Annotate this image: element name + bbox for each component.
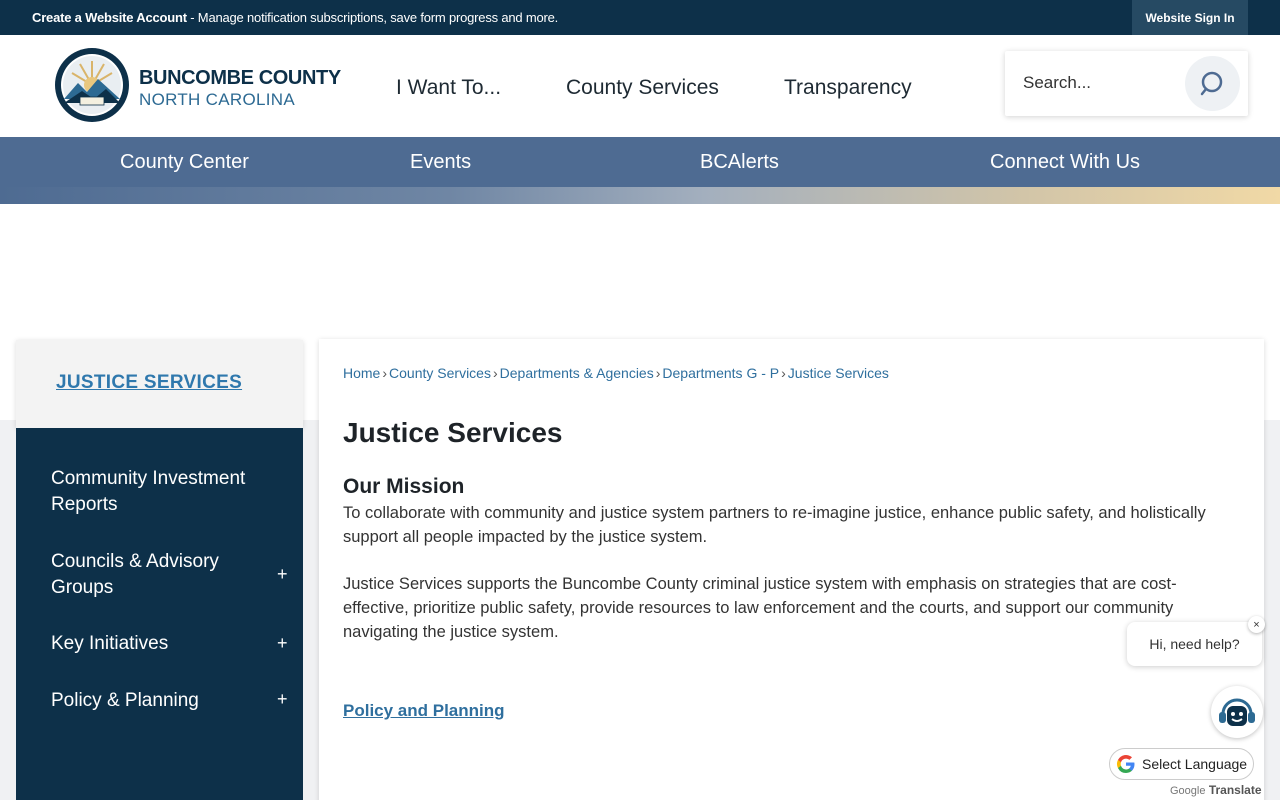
search-icon <box>1200 71 1222 95</box>
main-content: Home › County Services › Departments & Agenc… <box>319 339 1264 800</box>
chatbot-headset-icon <box>1219 698 1255 726</box>
county-seal-logo[interactable] <box>54 47 130 123</box>
brand-name: BUNCOMBE COUNTY <box>139 67 341 89</box>
body-text: Justice Services supports the Buncombe C… <box>343 575 1177 641</box>
breadcrumb-departments-agencies[interactable]: Departments & Agencies <box>500 365 654 381</box>
create-account-link[interactable]: Create a Website Account <box>32 10 187 25</box>
subnav-bcalerts[interactable]: BCAlerts <box>700 151 779 174</box>
search-input[interactable] <box>1023 71 1173 95</box>
subnav-events[interactable]: Events <box>410 151 471 174</box>
nav-transparency[interactable]: Transparency <box>784 76 912 100</box>
expand-icon[interactable]: + <box>277 689 288 710</box>
brand-state: NORTH CAROLINA <box>139 90 295 109</box>
mission-heading: Our Mission <box>343 475 465 498</box>
google-g-icon <box>1117 755 1135 773</box>
mission-text: To collaborate with community and justic… <box>343 504 1206 546</box>
policy-and-planning-link[interactable]: Policy and Planning <box>343 701 505 721</box>
sidebar-heading: JUSTICE SERVICES <box>16 340 303 428</box>
sidebar-heading-link[interactable]: JUSTICE SERVICES <box>56 372 242 394</box>
breadcrumb-separator: › <box>492 365 498 381</box>
language-select[interactable]: Select Language <box>1109 748 1254 780</box>
breadcrumb-justice-services[interactable]: Justice Services <box>788 365 889 381</box>
chat-greeting-bubble[interactable]: Hi, need help? <box>1127 622 1262 666</box>
breadcrumb-departments-g-p[interactable]: Departments G - P <box>662 365 779 381</box>
sidebar-item-policy-planning[interactable]: Policy & Planning <box>51 688 251 714</box>
sidebar-item-councils-advisory-groups[interactable]: Councils & Advisory Groups <box>51 549 251 601</box>
sidebar-item-key-initiatives[interactable]: Key Initiatives <box>51 631 251 657</box>
mountain-banner <box>0 187 1280 204</box>
sidebar-item-community-investment-reports[interactable]: Community Investment Reports <box>51 466 251 518</box>
select-language-label: Select Language <box>1142 756 1248 772</box>
search-button[interactable] <box>1185 56 1240 111</box>
breadcrumb: Home › County Services › Departments & Agenc… <box>343 365 889 381</box>
breadcrumb-county-services[interactable]: County Services <box>389 365 491 381</box>
expand-icon[interactable]: + <box>277 564 288 585</box>
subnav-connect-with-us[interactable]: Connect With Us <box>990 151 1140 174</box>
translate-wordmark[interactable]: Translate <box>1209 783 1262 797</box>
breadcrumb-separator: › <box>382 365 388 381</box>
site-header: BUNCOMBE COUNTY NORTH CAROLINA I Want To… <box>0 35 1280 137</box>
account-bar: Create a Website Account - Manage notifi… <box>0 0 1280 35</box>
secondary-nav: County Center Events BCAlerts Connect Wi… <box>0 137 1280 187</box>
page-title: Justice Services <box>343 417 563 448</box>
chat-assistant-button[interactable] <box>1211 686 1263 738</box>
subnav-county-center[interactable]: County Center <box>120 151 249 174</box>
create-account-message[interactable]: Create a Website Account - Manage notifi… <box>32 10 558 25</box>
expand-icon[interactable]: + <box>277 633 288 654</box>
powered-by-google-translate: Google Translate <box>1170 783 1262 797</box>
chat-close-icon[interactable]: × <box>1248 616 1265 633</box>
nav-i-want-to[interactable]: I Want To... <box>396 76 501 100</box>
sidebar-menu: Community Investment Reports Councils & … <box>16 428 303 800</box>
nav-county-services[interactable]: County Services <box>566 76 719 100</box>
breadcrumb-separator: › <box>781 365 786 381</box>
breadcrumb-home[interactable]: Home <box>343 365 380 381</box>
breadcrumb-separator: › <box>655 365 661 381</box>
create-account-description: - Manage notification subscriptions, sav… <box>186 10 559 25</box>
website-sign-in-button[interactable]: Website Sign In <box>1132 0 1248 35</box>
search-box <box>1005 51 1248 116</box>
google-wordmark: Google <box>1170 785 1206 797</box>
